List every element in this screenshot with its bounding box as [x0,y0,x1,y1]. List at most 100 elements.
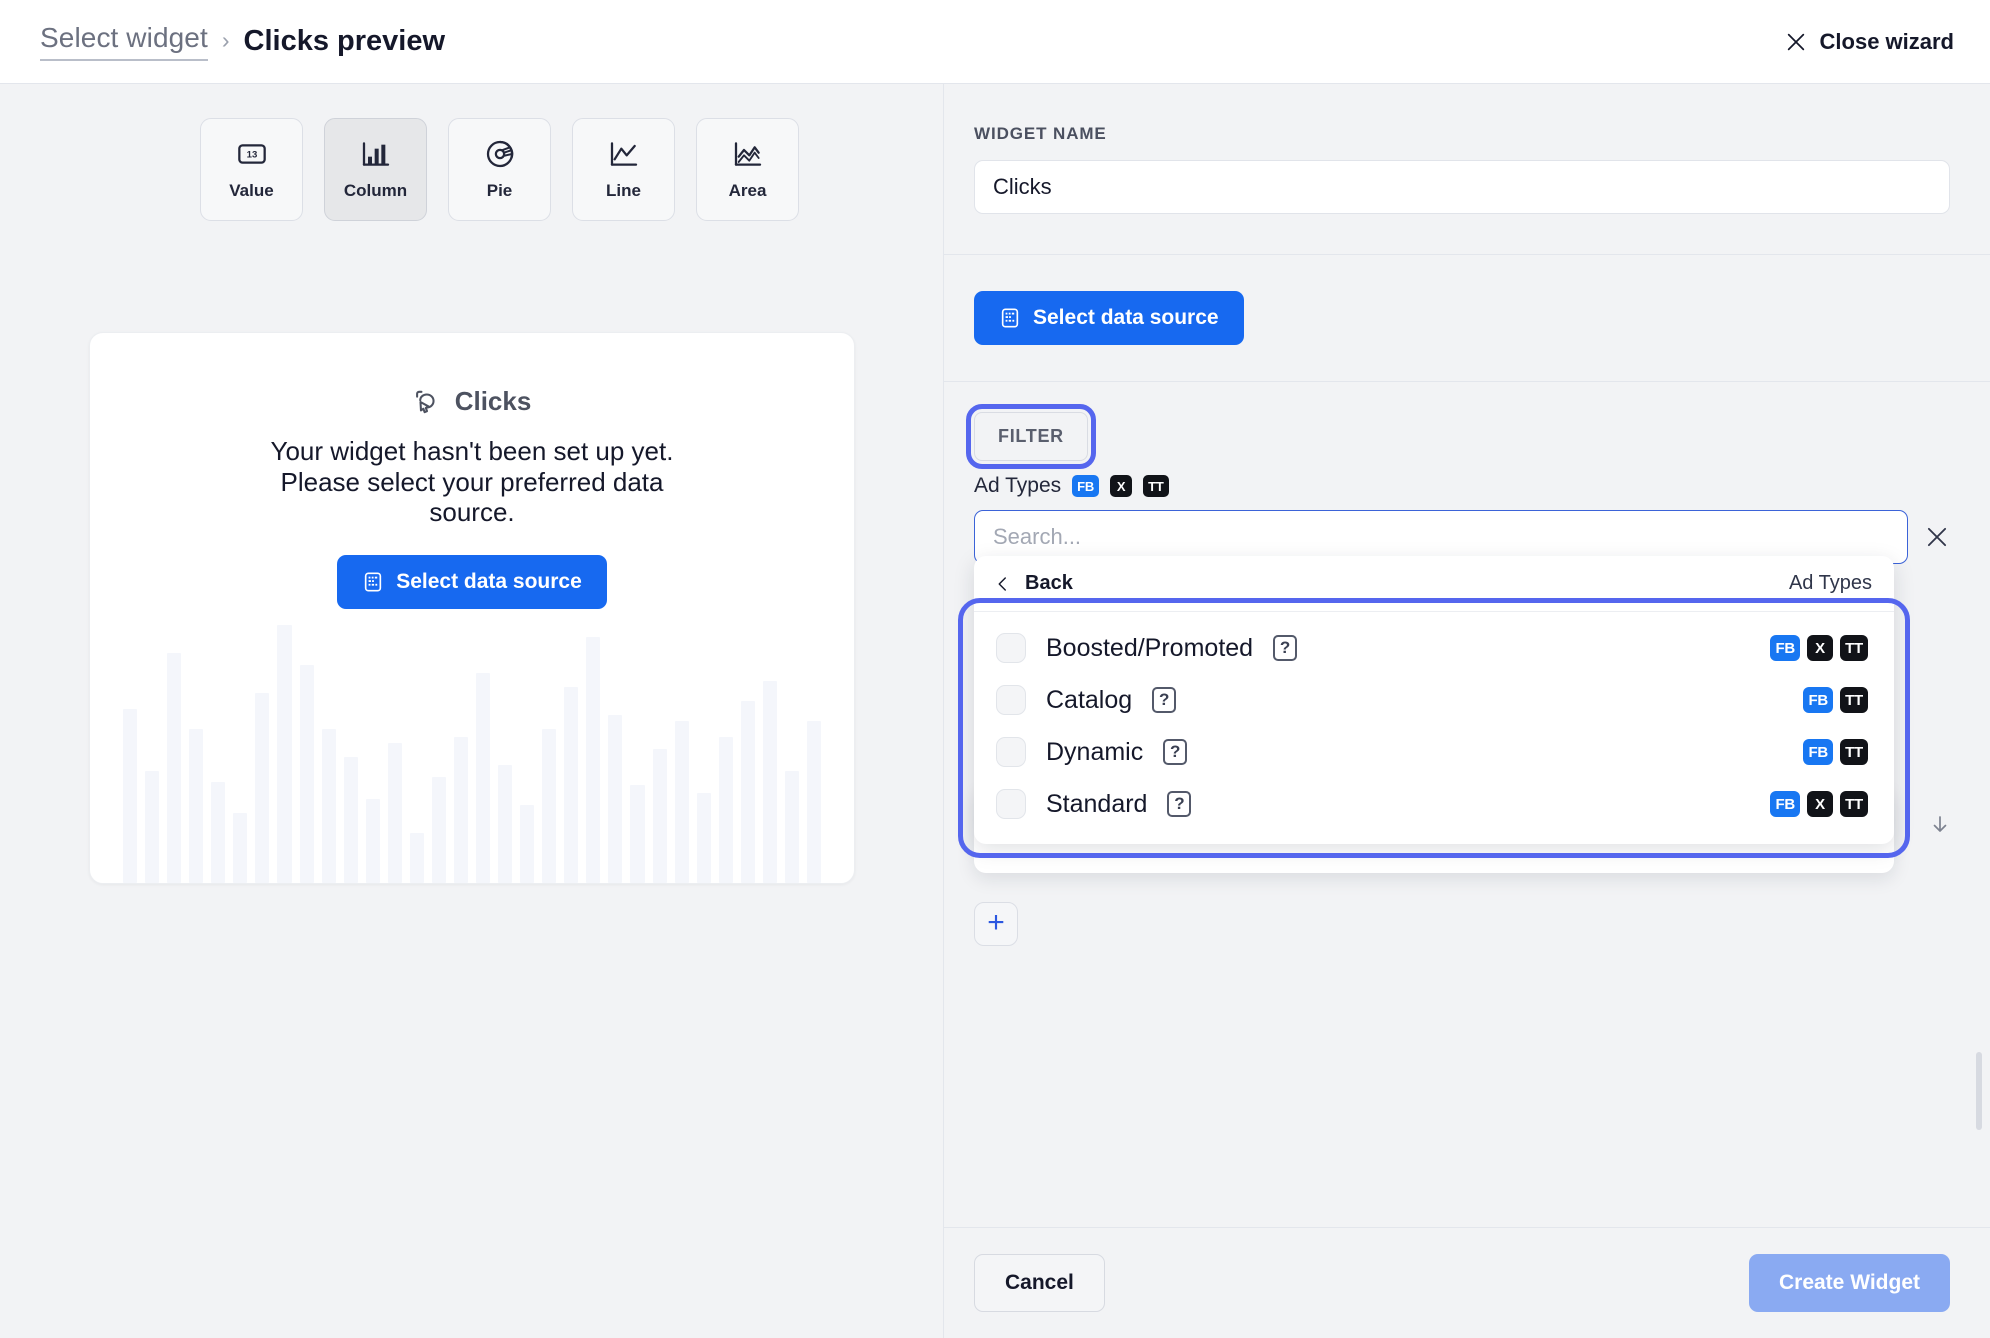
platform-badge-fb: FB [1072,475,1099,497]
platform-badge-tt: TT [1840,687,1868,713]
placeholder-bar [454,737,468,883]
list-item[interactable]: Boosted/Promoted ? FB X TT [974,622,1894,674]
checkbox-boosted-promoted[interactable] [996,633,1026,663]
preview-select-data-source-button[interactable]: Select data source [337,555,607,609]
svg-text:13: 13 [246,149,257,160]
platform-badge-tt: TT [1840,739,1868,765]
filter-scrollbar[interactable] [1976,1052,1982,1130]
list-item[interactable]: Standard ? FB X TT [974,778,1894,830]
list-item-label: Boosted/Promoted [1046,634,1253,663]
column-icon [360,138,392,170]
platform-badge-x: X [1110,475,1132,497]
checkbox-catalog[interactable] [996,685,1026,715]
widget-type-area[interactable]: Area [696,118,799,221]
clear-filter-icon[interactable] [1924,524,1950,550]
dropdown-back-label: Back [1025,572,1073,595]
placeholder-bar [388,743,402,883]
placeholder-bar [719,737,733,883]
placeholder-bar [608,715,622,883]
platform-badges: FB X TT [1770,791,1868,817]
breadcrumb: Select widget › Clicks preview [40,22,445,61]
line-icon [608,138,640,170]
platform-badge-fb: FB [1803,739,1833,765]
data-source-section: Select data source [944,255,1990,382]
filter-button[interactable]: FILTER [974,412,1088,461]
placeholder-bar [586,637,600,883]
data-source-icon [999,307,1021,329]
chevron-right-icon: › [222,27,230,57]
placeholder-bar [630,785,644,883]
close-icon [1785,31,1807,53]
placeholder-bar [255,693,269,883]
breadcrumb-select-widget[interactable]: Select widget [40,22,208,61]
preview-cta-label: Select data source [396,570,582,594]
widget-type-selector: 13 Value Column [0,84,943,221]
widget-type-column-label: Column [344,181,407,201]
placeholder-bar [123,709,137,883]
preview-empty-message: Your widget hasn't been set up yet. Plea… [257,436,687,528]
placeholder-bar [211,782,225,883]
dropdown-context-label: Ad Types [1789,572,1872,595]
select-data-source-label: Select data source [1033,306,1219,330]
list-item[interactable]: Dynamic ? FB TT [974,726,1894,778]
widget-preview-card: Clicks Your widget hasn't been set up ye… [89,332,855,884]
dropdown-back-button[interactable]: Back [994,572,1073,595]
placeholder-bar [344,757,358,883]
help-icon[interactable]: ? [1152,687,1176,713]
placeholder-bar [697,793,711,883]
widget-type-pie[interactable]: Pie [448,118,551,221]
clicks-icon [413,387,442,416]
widget-type-line[interactable]: Line [572,118,675,221]
placeholder-bar [145,771,159,883]
placeholder-bar [189,729,203,883]
placeholder-bar [785,771,799,883]
platform-badge-x: X [1807,635,1833,661]
placeholder-bar [277,625,291,883]
placeholder-bar [763,681,777,883]
list-item-label: Dynamic [1046,738,1143,767]
checkbox-standard[interactable] [996,789,1026,819]
wizard-footer: Cancel Create Widget [944,1227,1990,1338]
placeholder-bar [300,665,314,883]
wizard-body: 13 Value Column [0,84,1990,1338]
widget-name-input[interactable] [974,160,1950,214]
platform-badge-tt: TT [1143,475,1168,497]
area-icon [732,138,764,170]
ad-types-list: Boosted/Promoted ? FB X TT Catalog ? [974,612,1894,844]
help-icon[interactable]: ? [1163,739,1187,765]
placeholder-bar [233,813,247,883]
list-item-label: Catalog [1046,686,1132,715]
add-filter-label: + [987,908,1005,938]
chevron-left-icon [994,575,1012,593]
widget-type-value[interactable]: 13 Value [200,118,303,221]
download-icon[interactable] [1928,812,1952,840]
placeholder-bar [498,765,512,883]
platform-badge-x: X [1807,791,1833,817]
placeholder-bar [741,701,755,883]
placeholder-bar [520,805,534,883]
create-widget-button[interactable]: Create Widget [1749,1254,1950,1312]
widget-name-label: WIDGET NAME [974,124,1950,144]
close-wizard-button[interactable]: Close wizard [1785,29,1954,55]
config-pane: WIDGET NAME Select data source FILTER [944,84,1990,1338]
checkbox-dynamic[interactable] [996,737,1026,767]
preview-pane: 13 Value Column [0,84,944,1338]
widget-type-column[interactable]: Column [324,118,427,221]
help-icon[interactable]: ? [1273,635,1297,661]
placeholder-bar [432,777,446,883]
help-icon[interactable]: ? [1167,791,1191,817]
page-title: Clicks preview [244,25,446,58]
select-data-source-button[interactable]: Select data source [974,291,1244,345]
close-wizard-label: Close wizard [1820,29,1954,55]
list-item[interactable]: Catalog ? FB TT [974,674,1894,726]
filter-section: FILTER Ad Types FB X TT [944,382,1990,1227]
dropdown-header: Back Ad Types [974,556,1894,612]
widget-wizard: Select widget › Clicks preview Close wiz… [0,0,1990,1338]
widget-name-section: WIDGET NAME [944,84,1990,255]
add-filter-button[interactable]: + [974,902,1018,946]
cancel-button[interactable]: Cancel [974,1254,1105,1312]
placeholder-bar [366,799,380,883]
list-item-label: Standard [1046,790,1147,819]
placeholder-bar [410,833,424,883]
preview-placeholder-bars [123,603,821,883]
